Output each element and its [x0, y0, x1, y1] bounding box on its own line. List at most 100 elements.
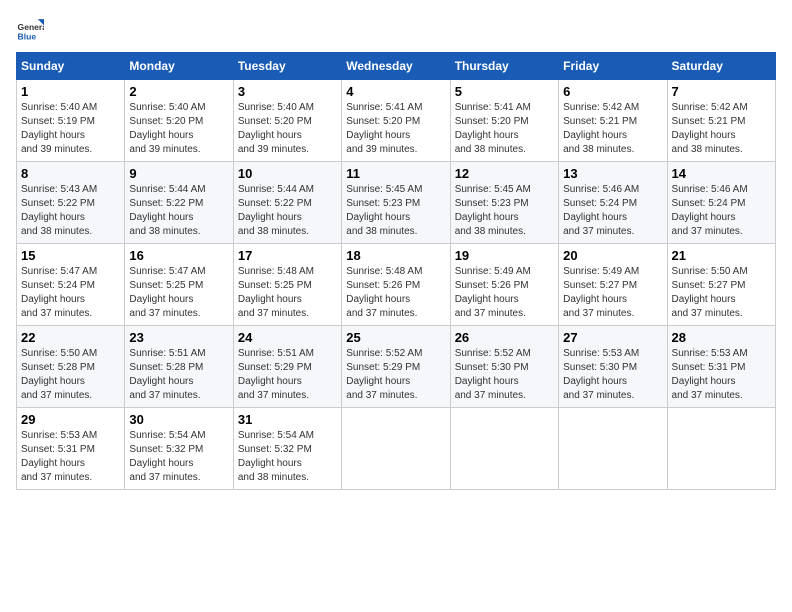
- day-number: 8: [21, 166, 120, 181]
- calendar-day-cell: 1 Sunrise: 5:40 AM Sunset: 5:19 PM Dayli…: [17, 80, 125, 162]
- calendar-day-cell: 27 Sunrise: 5:53 AM Sunset: 5:30 PM Dayl…: [559, 326, 667, 408]
- calendar: SundayMondayTuesdayWednesdayThursdayFrid…: [16, 52, 776, 490]
- calendar-day-cell: 18 Sunrise: 5:48 AM Sunset: 5:26 PM Dayl…: [342, 244, 450, 326]
- day-info: Sunrise: 5:53 AM Sunset: 5:30 PM Dayligh…: [563, 347, 662, 403]
- day-info: Sunrise: 5:54 AM Sunset: 5:32 PM Dayligh…: [238, 429, 337, 485]
- day-info: Sunrise: 5:47 AM Sunset: 5:25 PM Dayligh…: [129, 265, 228, 321]
- day-info: Sunrise: 5:52 AM Sunset: 5:29 PM Dayligh…: [346, 347, 445, 403]
- day-number: 26: [455, 330, 554, 345]
- day-number: 30: [129, 412, 228, 427]
- day-info: Sunrise: 5:44 AM Sunset: 5:22 PM Dayligh…: [238, 183, 337, 239]
- calendar-day-cell: 29 Sunrise: 5:53 AM Sunset: 5:31 PM Dayl…: [17, 408, 125, 490]
- calendar-day-cell: 13 Sunrise: 5:46 AM Sunset: 5:24 PM Dayl…: [559, 162, 667, 244]
- day-info: Sunrise: 5:51 AM Sunset: 5:29 PM Dayligh…: [238, 347, 337, 403]
- day-number: 2: [129, 84, 228, 99]
- day-info: Sunrise: 5:40 AM Sunset: 5:20 PM Dayligh…: [238, 101, 337, 157]
- calendar-day-cell: 8 Sunrise: 5:43 AM Sunset: 5:22 PM Dayli…: [17, 162, 125, 244]
- day-number: 28: [672, 330, 771, 345]
- day-number: 21: [672, 248, 771, 263]
- column-header-sunday: Sunday: [17, 53, 125, 80]
- calendar-day-cell: 14 Sunrise: 5:46 AM Sunset: 5:24 PM Dayl…: [667, 162, 775, 244]
- day-info: Sunrise: 5:46 AM Sunset: 5:24 PM Dayligh…: [563, 183, 662, 239]
- day-number: 4: [346, 84, 445, 99]
- day-number: 1: [21, 84, 120, 99]
- day-info: Sunrise: 5:54 AM Sunset: 5:32 PM Dayligh…: [129, 429, 228, 485]
- day-number: 31: [238, 412, 337, 427]
- calendar-week-row: 22 Sunrise: 5:50 AM Sunset: 5:28 PM Dayl…: [17, 326, 776, 408]
- calendar-day-cell: 19 Sunrise: 5:49 AM Sunset: 5:26 PM Dayl…: [450, 244, 558, 326]
- calendar-day-cell: 11 Sunrise: 5:45 AM Sunset: 5:23 PM Dayl…: [342, 162, 450, 244]
- calendar-day-cell: 10 Sunrise: 5:44 AM Sunset: 5:22 PM Dayl…: [233, 162, 341, 244]
- day-number: 10: [238, 166, 337, 181]
- day-number: 3: [238, 84, 337, 99]
- header: General Blue: [16, 16, 776, 44]
- column-header-wednesday: Wednesday: [342, 53, 450, 80]
- day-number: 16: [129, 248, 228, 263]
- day-number: 5: [455, 84, 554, 99]
- day-info: Sunrise: 5:48 AM Sunset: 5:25 PM Dayligh…: [238, 265, 337, 321]
- calendar-day-cell: 15 Sunrise: 5:47 AM Sunset: 5:24 PM Dayl…: [17, 244, 125, 326]
- calendar-day-cell: 28 Sunrise: 5:53 AM Sunset: 5:31 PM Dayl…: [667, 326, 775, 408]
- day-number: 7: [672, 84, 771, 99]
- day-number: 29: [21, 412, 120, 427]
- calendar-header-row: SundayMondayTuesdayWednesdayThursdayFrid…: [17, 53, 776, 80]
- day-info: Sunrise: 5:53 AM Sunset: 5:31 PM Dayligh…: [672, 347, 771, 403]
- day-number: 13: [563, 166, 662, 181]
- day-info: Sunrise: 5:45 AM Sunset: 5:23 PM Dayligh…: [346, 183, 445, 239]
- calendar-week-row: 15 Sunrise: 5:47 AM Sunset: 5:24 PM Dayl…: [17, 244, 776, 326]
- svg-text:General: General: [18, 22, 44, 32]
- svg-text:Blue: Blue: [18, 31, 37, 41]
- day-info: Sunrise: 5:47 AM Sunset: 5:24 PM Dayligh…: [21, 265, 120, 321]
- day-number: 18: [346, 248, 445, 263]
- day-info: Sunrise: 5:43 AM Sunset: 5:22 PM Dayligh…: [21, 183, 120, 239]
- day-info: Sunrise: 5:51 AM Sunset: 5:28 PM Dayligh…: [129, 347, 228, 403]
- calendar-day-cell: 5 Sunrise: 5:41 AM Sunset: 5:20 PM Dayli…: [450, 80, 558, 162]
- day-number: 20: [563, 248, 662, 263]
- day-number: 12: [455, 166, 554, 181]
- calendar-day-cell: 12 Sunrise: 5:45 AM Sunset: 5:23 PM Dayl…: [450, 162, 558, 244]
- day-info: Sunrise: 5:50 AM Sunset: 5:28 PM Dayligh…: [21, 347, 120, 403]
- day-info: Sunrise: 5:49 AM Sunset: 5:26 PM Dayligh…: [455, 265, 554, 321]
- day-info: Sunrise: 5:48 AM Sunset: 5:26 PM Dayligh…: [346, 265, 445, 321]
- calendar-day-cell: 25 Sunrise: 5:52 AM Sunset: 5:29 PM Dayl…: [342, 326, 450, 408]
- column-header-saturday: Saturday: [667, 53, 775, 80]
- calendar-day-cell: 7 Sunrise: 5:42 AM Sunset: 5:21 PM Dayli…: [667, 80, 775, 162]
- calendar-week-row: 1 Sunrise: 5:40 AM Sunset: 5:19 PM Dayli…: [17, 80, 776, 162]
- column-header-monday: Monday: [125, 53, 233, 80]
- calendar-day-cell: 24 Sunrise: 5:51 AM Sunset: 5:29 PM Dayl…: [233, 326, 341, 408]
- day-info: Sunrise: 5:52 AM Sunset: 5:30 PM Dayligh…: [455, 347, 554, 403]
- calendar-empty-cell: [667, 408, 775, 490]
- calendar-day-cell: 30 Sunrise: 5:54 AM Sunset: 5:32 PM Dayl…: [125, 408, 233, 490]
- calendar-day-cell: 16 Sunrise: 5:47 AM Sunset: 5:25 PM Dayl…: [125, 244, 233, 326]
- calendar-empty-cell: [450, 408, 558, 490]
- logo: General Blue: [16, 16, 44, 44]
- calendar-day-cell: 22 Sunrise: 5:50 AM Sunset: 5:28 PM Dayl…: [17, 326, 125, 408]
- day-number: 25: [346, 330, 445, 345]
- day-info: Sunrise: 5:46 AM Sunset: 5:24 PM Dayligh…: [672, 183, 771, 239]
- column-header-tuesday: Tuesday: [233, 53, 341, 80]
- calendar-day-cell: 20 Sunrise: 5:49 AM Sunset: 5:27 PM Dayl…: [559, 244, 667, 326]
- day-number: 17: [238, 248, 337, 263]
- day-number: 6: [563, 84, 662, 99]
- day-info: Sunrise: 5:49 AM Sunset: 5:27 PM Dayligh…: [563, 265, 662, 321]
- calendar-day-cell: 31 Sunrise: 5:54 AM Sunset: 5:32 PM Dayl…: [233, 408, 341, 490]
- day-number: 19: [455, 248, 554, 263]
- calendar-empty-cell: [342, 408, 450, 490]
- calendar-day-cell: 9 Sunrise: 5:44 AM Sunset: 5:22 PM Dayli…: [125, 162, 233, 244]
- calendar-week-row: 8 Sunrise: 5:43 AM Sunset: 5:22 PM Dayli…: [17, 162, 776, 244]
- day-number: 24: [238, 330, 337, 345]
- day-info: Sunrise: 5:41 AM Sunset: 5:20 PM Dayligh…: [346, 101, 445, 157]
- day-number: 23: [129, 330, 228, 345]
- day-info: Sunrise: 5:42 AM Sunset: 5:21 PM Dayligh…: [672, 101, 771, 157]
- column-header-thursday: Thursday: [450, 53, 558, 80]
- calendar-day-cell: 4 Sunrise: 5:41 AM Sunset: 5:20 PM Dayli…: [342, 80, 450, 162]
- day-number: 27: [563, 330, 662, 345]
- logo-icon: General Blue: [16, 16, 44, 44]
- calendar-day-cell: 6 Sunrise: 5:42 AM Sunset: 5:21 PM Dayli…: [559, 80, 667, 162]
- day-info: Sunrise: 5:42 AM Sunset: 5:21 PM Dayligh…: [563, 101, 662, 157]
- day-info: Sunrise: 5:53 AM Sunset: 5:31 PM Dayligh…: [21, 429, 120, 485]
- day-info: Sunrise: 5:40 AM Sunset: 5:19 PM Dayligh…: [21, 101, 120, 157]
- calendar-empty-cell: [559, 408, 667, 490]
- calendar-week-row: 29 Sunrise: 5:53 AM Sunset: 5:31 PM Dayl…: [17, 408, 776, 490]
- day-info: Sunrise: 5:40 AM Sunset: 5:20 PM Dayligh…: [129, 101, 228, 157]
